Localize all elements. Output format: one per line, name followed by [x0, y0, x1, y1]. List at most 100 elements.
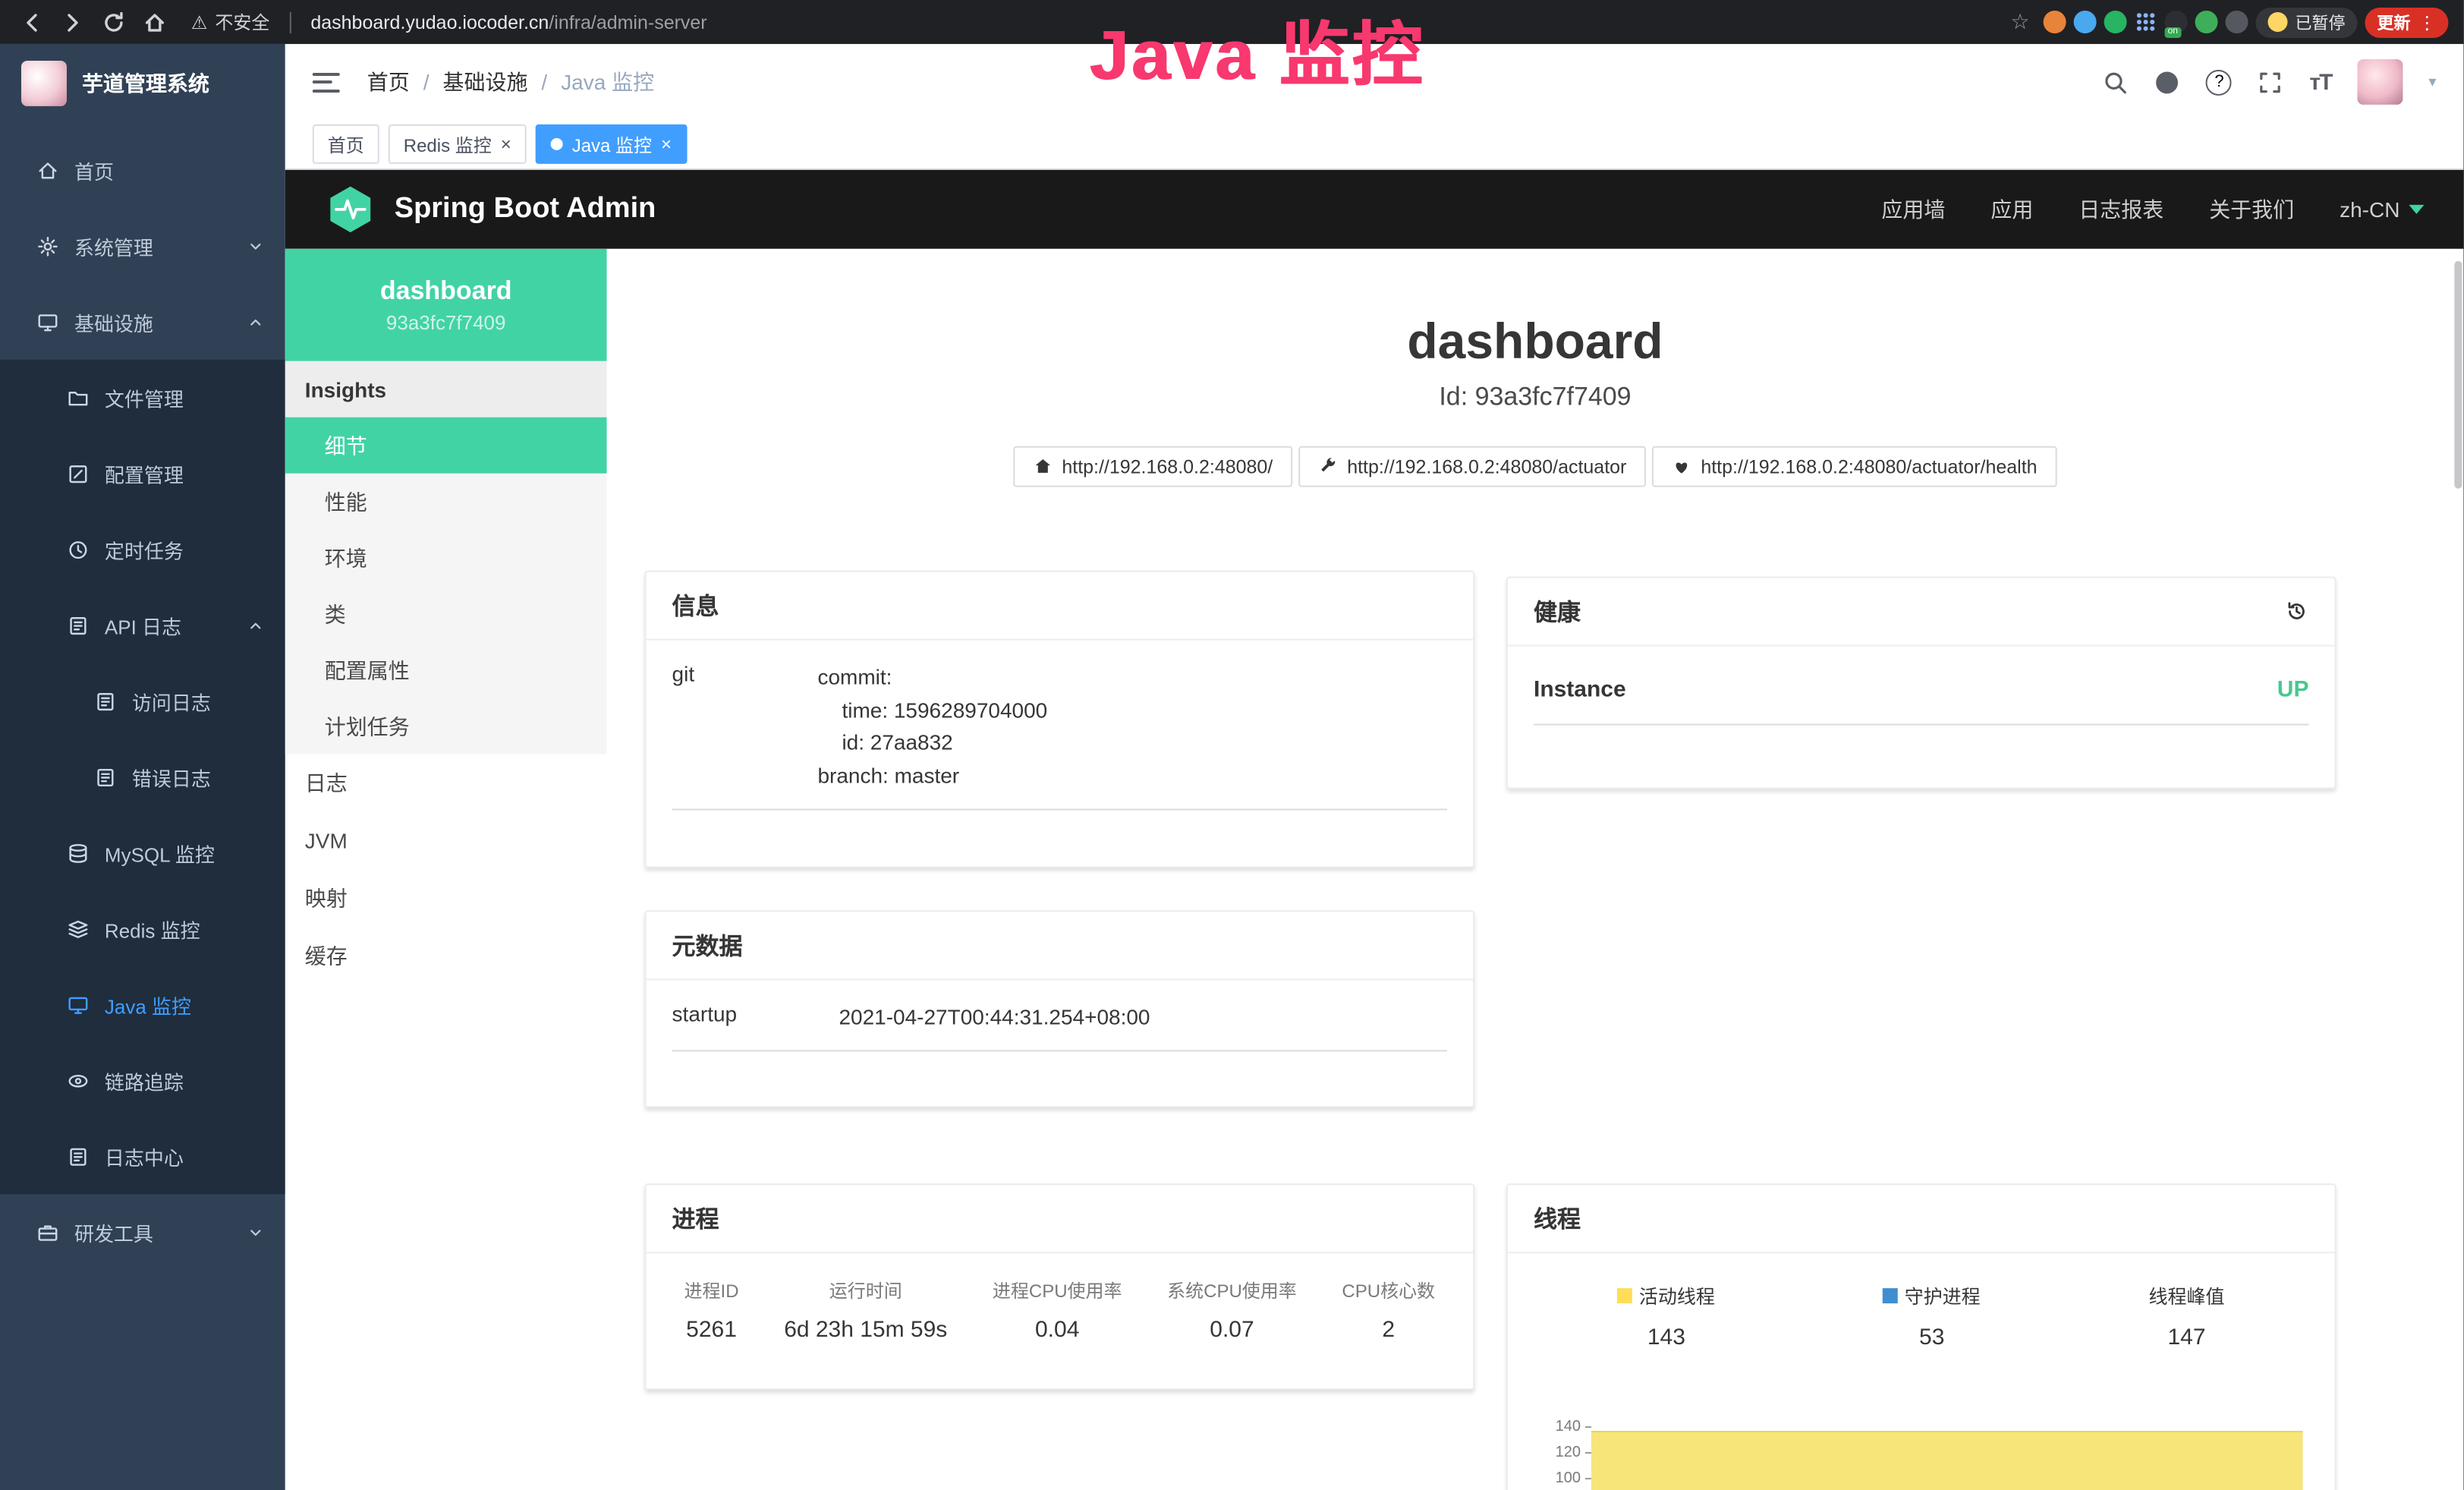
- table-row[interactable]: Instance UP: [1534, 668, 2308, 726]
- sidebar-item-access-logs[interactable]: 访问日志: [0, 663, 285, 739]
- caret-down-icon[interactable]: ▾: [2428, 74, 2436, 90]
- close-icon[interactable]: ×: [501, 134, 511, 155]
- sidebar-item-scheduled-tasks[interactable]: 定时任务: [0, 512, 285, 587]
- sba-item-logs[interactable]: 日志: [285, 754, 607, 812]
- sba-nav-details[interactable]: 细节: [285, 417, 607, 474]
- history-icon[interactable]: [2284, 600, 2308, 624]
- sidebar-item-api-logs[interactable]: API 日志: [0, 587, 285, 663]
- sidebar-item-file-management[interactable]: 文件管理: [0, 360, 285, 436]
- tab-redis-monitor[interactable]: Redis 监控 ×: [389, 124, 527, 164]
- actuator-url-link[interactable]: http://192.168.0.2:48080/actuator: [1298, 446, 1646, 487]
- locale-selector[interactable]: zh-CN: [2340, 197, 2424, 222]
- sidebar-item-label: 系统管理: [74, 232, 153, 260]
- back-button[interactable]: [15, 5, 49, 39]
- info-line: time: 1596289704000: [817, 695, 1447, 727]
- tag-tabs-bar: 首页 Redis 监控 × Java 监控 ×: [285, 120, 2464, 170]
- scrollbar[interactable]: [2454, 261, 2462, 489]
- sba-item-jvm[interactable]: JVM: [285, 811, 607, 869]
- url-path: /infra/admin-server: [549, 11, 706, 33]
- legend-label: 活动线程: [1639, 1281, 1715, 1309]
- app-logo[interactable]: 芋道管理系统: [0, 44, 285, 123]
- sba-navbar: Spring Boot Admin 应用墙 应用 日志报表 关于我们 zh-CN: [285, 170, 2464, 249]
- url-bar[interactable]: dashboard.yudao.iocoder.cn/infra/admin-s…: [310, 11, 706, 33]
- gear-icon: [36, 235, 59, 257]
- extension-icon[interactable]: [2195, 11, 2218, 33]
- update-button[interactable]: 更新 ⋮: [2365, 7, 2448, 37]
- forward-button[interactable]: [56, 5, 90, 39]
- metadata-key: startup: [672, 1001, 839, 1034]
- sba-nav-journal[interactable]: 日志报表: [2079, 194, 2163, 225]
- breadcrumb-current: Java 监控: [561, 67, 654, 97]
- help-icon[interactable]: ?: [2206, 69, 2232, 95]
- breadcrumb-home[interactable]: 首页: [367, 67, 410, 97]
- sba-nav-performance[interactable]: 性能: [285, 474, 607, 530]
- tab-home[interactable]: 首页: [313, 124, 379, 164]
- sba-nav-about[interactable]: 关于我们: [2209, 194, 2294, 225]
- legend-swatch-blue: [1883, 1287, 1899, 1303]
- paused-extension-badge[interactable]: 已暂停: [2256, 7, 2358, 37]
- sba-item-mappings[interactable]: 映射: [285, 869, 607, 927]
- heart-icon: [1672, 457, 1691, 477]
- sidebar-item-redis-monitor[interactable]: Redis 监控: [0, 890, 285, 966]
- security-indicator[interactable]: ⚠ 不安全: [191, 9, 270, 35]
- metric-uptime: 运行时间 6d 23h 15m 59s: [784, 1277, 947, 1343]
- app-logo-image: [21, 61, 67, 106]
- sba-nav-environment[interactable]: 环境: [285, 530, 607, 586]
- bookmark-star-icon[interactable]: ☆: [2011, 9, 2030, 35]
- health-url-label: http://192.168.0.2:48080/actuator/health: [1701, 456, 2037, 477]
- sidebar-item-mysql-monitor[interactable]: MySQL 监控: [0, 814, 285, 890]
- font-size-icon[interactable]: тT: [2309, 69, 2331, 95]
- update-label: 更新: [2377, 10, 2410, 34]
- chevron-down-icon: [247, 238, 264, 254]
- extension-icon[interactable]: [2104, 11, 2127, 33]
- sba-nav-wallboard[interactable]: 应用墙: [1881, 194, 1945, 225]
- spring-boot-admin-logo: [325, 184, 376, 235]
- sba-item-caches[interactable]: 缓存: [285, 927, 607, 984]
- monitor-icon: [36, 310, 59, 333]
- sba-nav-scheduled-tasks[interactable]: 计划任务: [285, 698, 607, 754]
- sidebar-item-java-monitor[interactable]: Java 监控: [0, 966, 285, 1042]
- user-avatar[interactable]: [2357, 59, 2403, 105]
- sidebar-item-tracing[interactable]: 链路追踪: [0, 1042, 285, 1118]
- legend-value: 143: [1618, 1325, 1715, 1350]
- sba-nav-applications[interactable]: 应用: [1990, 194, 2033, 225]
- sidebar-item-error-logs[interactable]: 错误日志: [0, 739, 285, 815]
- sidebar-item-config-management[interactable]: 配置管理: [0, 436, 285, 512]
- divider: [289, 11, 291, 33]
- service-url-label: http://192.168.0.2:48080/: [1062, 456, 1273, 477]
- sba-nav-config-props[interactable]: 配置属性: [285, 642, 607, 698]
- metric-label: 系统CPU使用率: [1167, 1277, 1297, 1303]
- sba-brand-title[interactable]: Spring Boot Admin: [395, 193, 656, 226]
- extension-on-badge: on: [2165, 27, 2181, 38]
- extension-icon[interactable]: [2044, 11, 2066, 33]
- search-icon[interactable]: [2104, 69, 2129, 95]
- health-url-link[interactable]: http://192.168.0.2:48080/actuator/health: [1652, 446, 2056, 487]
- extensions-grid-icon[interactable]: [2135, 11, 2157, 33]
- extension-icon[interactable]: [2074, 11, 2097, 33]
- sidebar-item-dev-tools[interactable]: 研发工具: [0, 1194, 285, 1270]
- info-card-body: git commit: time: 1596289704000 id: 27aa…: [647, 641, 1473, 810]
- sba-nav-classes[interactable]: 类: [285, 586, 607, 642]
- home-button[interactable]: [138, 5, 172, 39]
- sidebar-item-system-management[interactable]: 系统管理: [0, 208, 285, 284]
- tab-java-monitor[interactable]: Java 监控 ×: [536, 124, 687, 164]
- reload-button[interactable]: [97, 5, 131, 39]
- fullscreen-icon[interactable]: [2258, 69, 2283, 95]
- puzzle-extension-icon[interactable]: [2226, 11, 2248, 33]
- app-sidebar: 芋道管理系统 首页 系统管理 基础设施 文件管理: [0, 44, 285, 1490]
- extension-icon[interactable]: on: [2165, 11, 2188, 33]
- service-url-link[interactable]: http://192.168.0.2:48080/: [1013, 446, 1292, 487]
- document-icon: [67, 1145, 90, 1167]
- sidebar-item-log-center[interactable]: 日志中心: [0, 1118, 285, 1194]
- sba-app-header[interactable]: dashboard 93a3fc7f7409: [285, 249, 607, 361]
- info-key: git: [672, 662, 818, 793]
- sidebar-item-infrastructure[interactable]: 基础设施: [0, 284, 285, 360]
- browser-menu-icon[interactable]: ⋮: [2418, 11, 2436, 33]
- threads-card: 线程 活动线程 143 守护进程 53 线程峰值 147: [1506, 1183, 2336, 1490]
- sidebar-item-label: 错误日志: [132, 762, 211, 791]
- close-icon[interactable]: ×: [661, 134, 672, 155]
- breadcrumb-infrastructure[interactable]: 基础设施: [442, 67, 527, 97]
- hamburger-menu-icon[interactable]: [313, 72, 340, 92]
- github-icon[interactable]: [2154, 69, 2180, 95]
- sidebar-item-home[interactable]: 首页: [0, 132, 285, 208]
